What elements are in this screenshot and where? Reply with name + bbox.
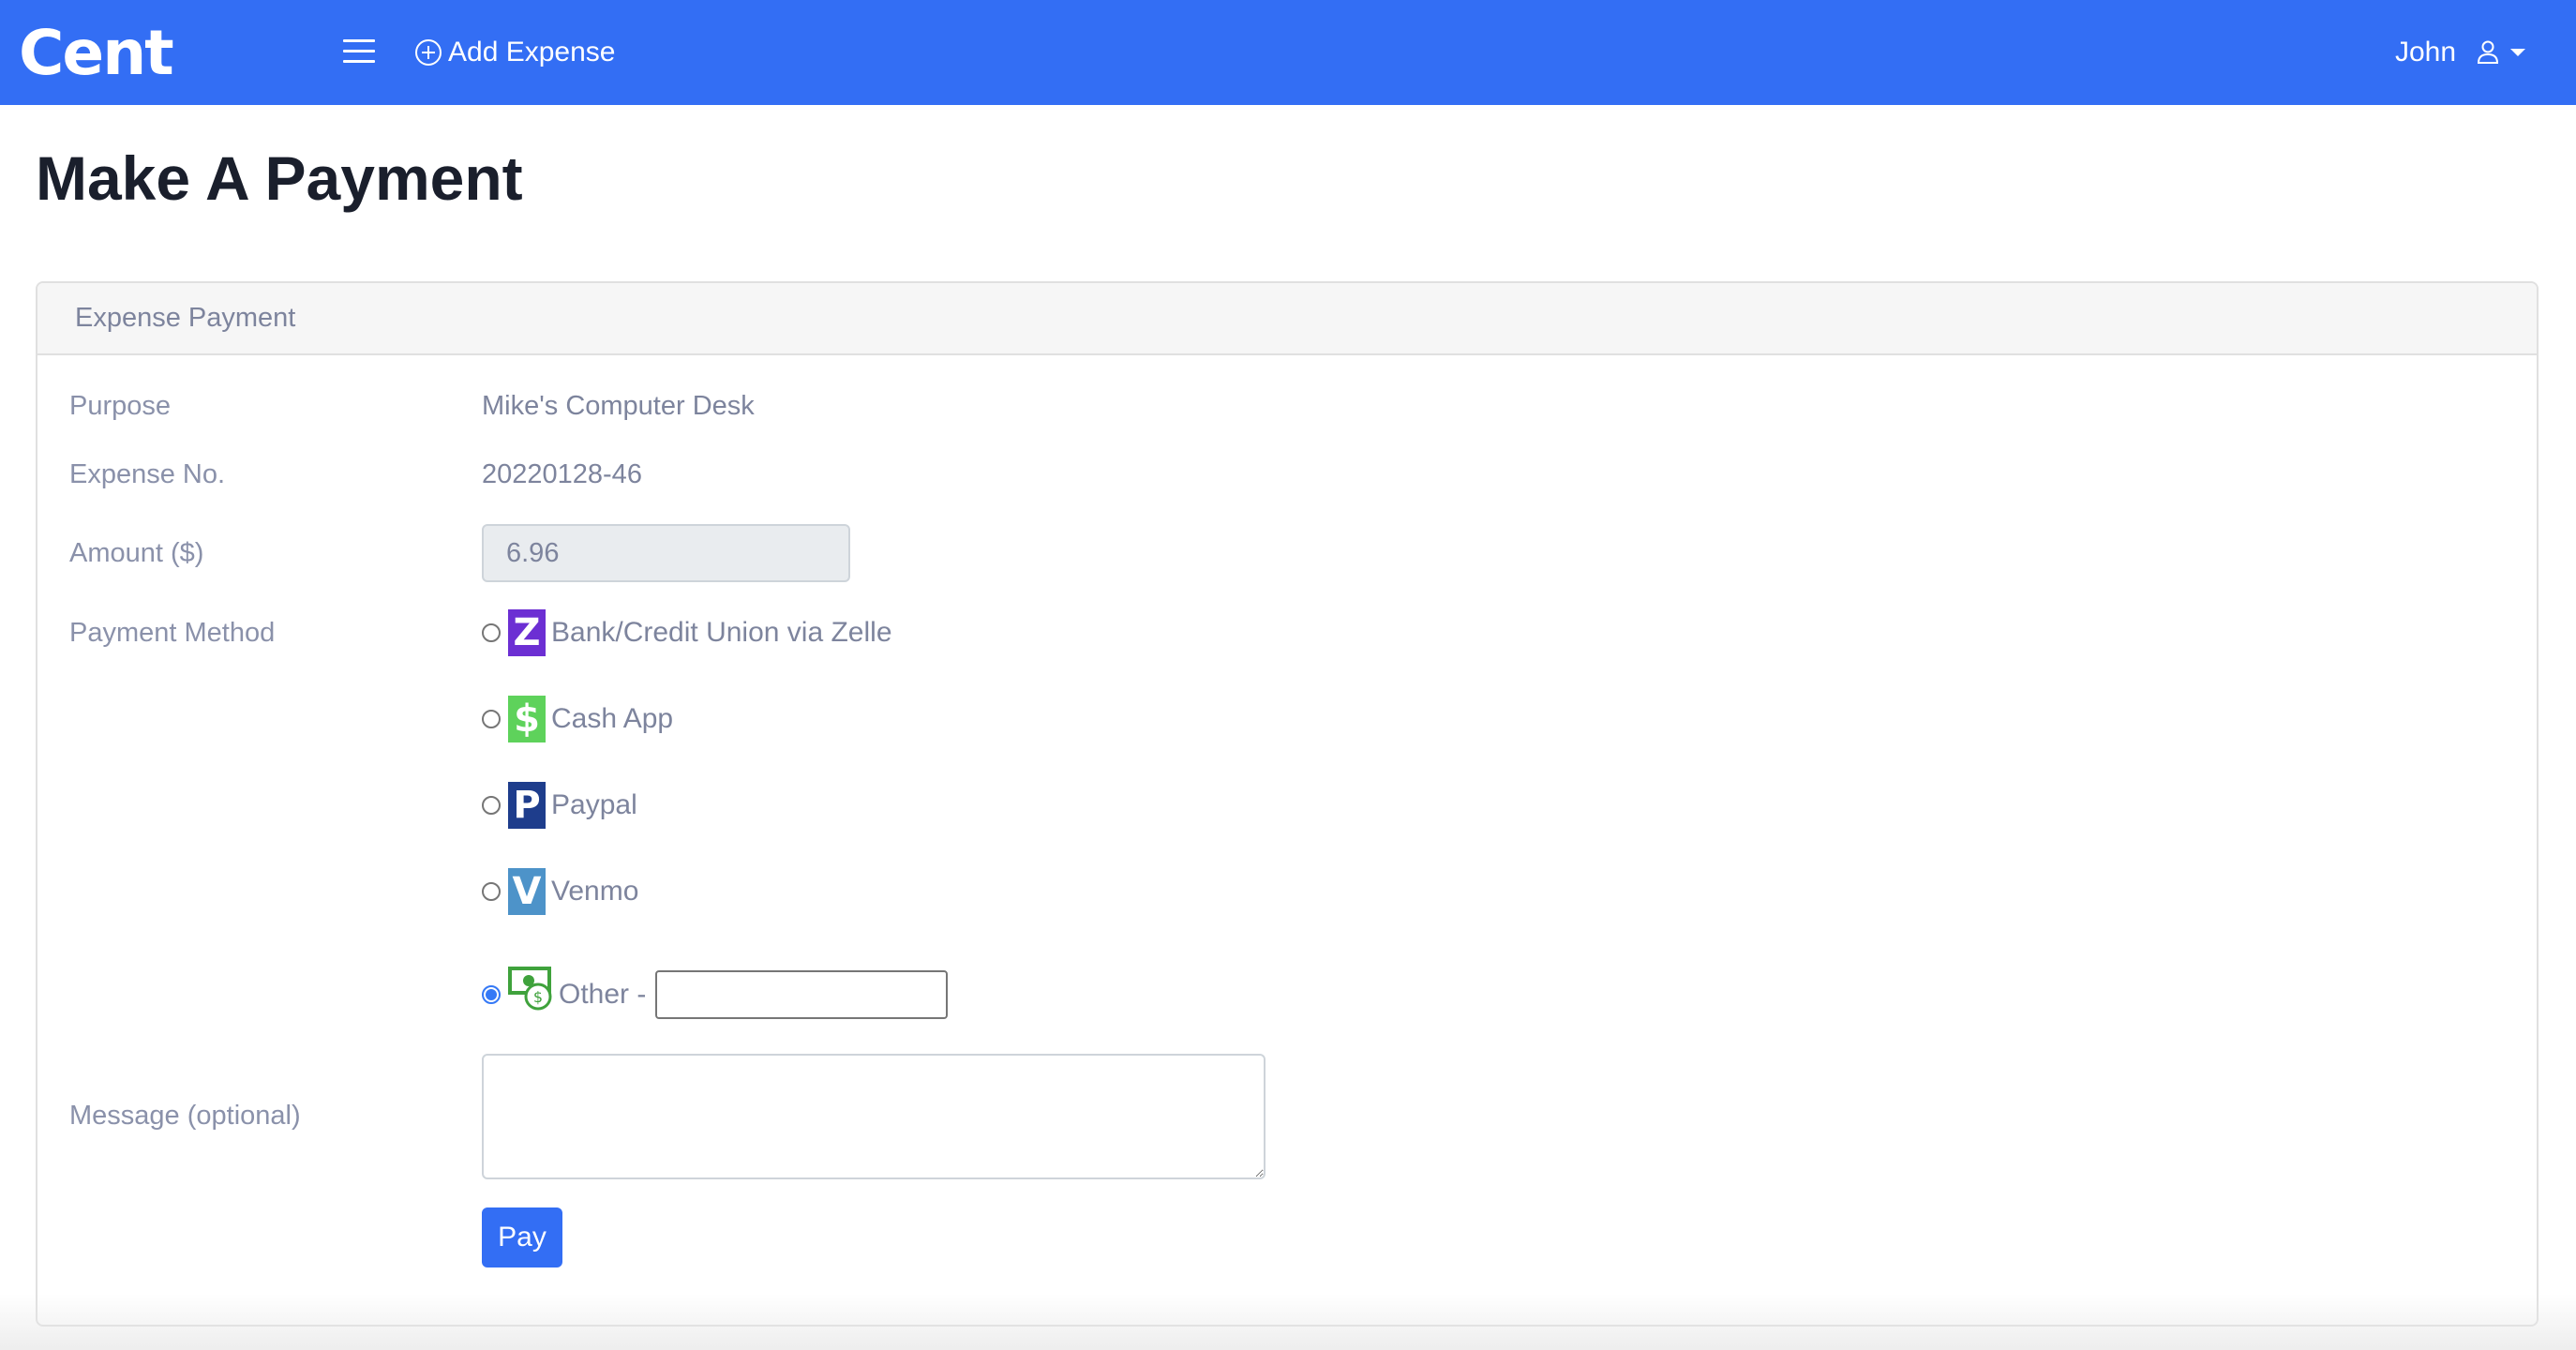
user-menu[interactable]: John: [2395, 32, 2526, 73]
card-header: Expense Payment: [37, 283, 2537, 355]
payment-method-label: Payment Method: [69, 618, 276, 648]
caret-down-icon: [2510, 49, 2526, 56]
expense-no-value: 20220128-46: [482, 459, 642, 489]
cashapp-radio[interactable]: [482, 710, 501, 728]
other-label: Other -: [559, 979, 647, 1010]
brand-logo[interactable]: Cent: [19, 21, 174, 86]
expense-no-label: Expense No.: [69, 459, 226, 489]
payment-option-cashapp[interactable]: $ Cash App: [482, 696, 673, 742]
amount-input[interactable]: [482, 524, 850, 582]
user-name: John: [2395, 37, 2457, 68]
cashapp-label: Cash App: [551, 703, 674, 734]
cashapp-icon: $: [508, 696, 546, 742]
payment-option-other[interactable]: $ Other -: [482, 967, 949, 1019]
venmo-radio[interactable]: [482, 882, 501, 901]
pay-button[interactable]: Pay: [482, 1208, 562, 1268]
navbar: Cent Add Expense John: [0, 0, 2576, 105]
expense-payment-card: Expense Payment Purpose Mike's Computer …: [36, 281, 2539, 1327]
paypal-label: Paypal: [551, 789, 637, 820]
purpose-label: Purpose: [69, 391, 172, 421]
venmo-label: Venmo: [551, 876, 639, 907]
amount-label: Amount ($): [69, 538, 204, 568]
other-method-input[interactable]: [655, 970, 949, 1019]
svg-text:$: $: [533, 988, 543, 1006]
message-textarea[interactable]: [482, 1054, 1266, 1179]
payment-option-zelle[interactable]: Z Bank/Credit Union via Zelle: [482, 609, 892, 656]
zelle-icon: Z: [508, 609, 546, 656]
paypal-radio[interactable]: [482, 796, 501, 815]
add-expense-link[interactable]: Add Expense: [414, 32, 615, 73]
paypal-icon: P: [508, 782, 546, 829]
hamburger-menu-icon[interactable]: [343, 38, 375, 66]
plus-circle-icon: [415, 39, 442, 66]
money-icon: $: [508, 967, 552, 1011]
message-label: Message (optional): [69, 1101, 301, 1131]
zelle-radio[interactable]: [482, 623, 501, 642]
venmo-icon: V: [508, 868, 546, 915]
payment-option-paypal[interactable]: P Paypal: [482, 782, 637, 829]
purpose-value: Mike's Computer Desk: [482, 391, 755, 421]
other-radio[interactable]: [482, 985, 501, 1004]
person-icon: [2478, 40, 2499, 64]
payment-option-venmo[interactable]: V Venmo: [482, 868, 638, 915]
add-expense-label: Add Expense: [448, 37, 616, 68]
page-title: Make A Payment: [36, 143, 523, 213]
zelle-label: Bank/Credit Union via Zelle: [551, 617, 892, 648]
